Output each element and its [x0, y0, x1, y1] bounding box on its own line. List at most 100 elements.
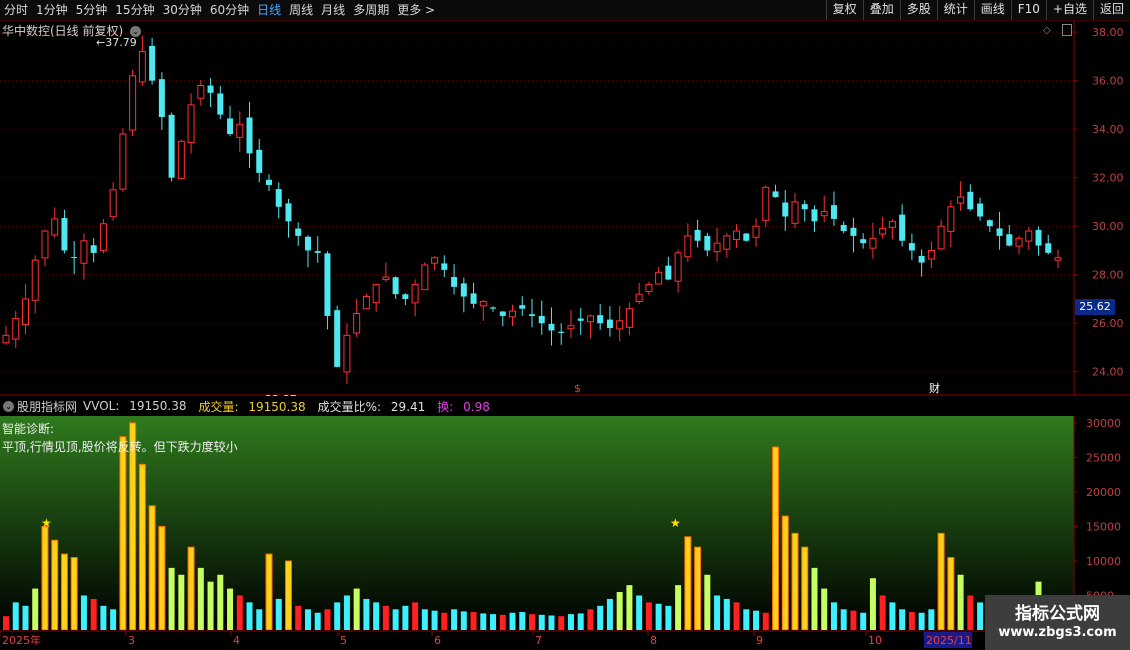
candle-body: [899, 214, 906, 241]
volume-bar: [811, 567, 818, 630]
candle-body: [908, 243, 915, 251]
candle-body: [149, 45, 156, 81]
price-tick-label: 32.00: [1092, 172, 1124, 185]
volume-bar: [714, 595, 721, 630]
volume-tick-label: 25000: [1086, 451, 1121, 464]
volume-bar: [519, 612, 526, 630]
event-marker-cai: 财: [929, 381, 940, 395]
volume-bar: [645, 602, 652, 630]
date-tick-label: 2025/11: [926, 634, 972, 647]
candle-body: [470, 293, 477, 304]
period-tab-7[interactable]: 周线: [285, 0, 317, 20]
volume-bar: [421, 609, 428, 630]
candle-body: [99, 223, 107, 251]
candle-body: [421, 264, 429, 291]
toolbar-button-5[interactable]: F10: [1010, 0, 1046, 20]
date-tick-label: 3: [128, 634, 135, 647]
period-tab-9[interactable]: 多周期: [349, 0, 393, 20]
volume-bar: [577, 613, 584, 630]
volume-bar: [470, 612, 477, 630]
volume-bar: [41, 525, 49, 630]
period-tab-8[interactable]: 月线: [317, 0, 349, 20]
candle-body: [509, 310, 517, 318]
volume-bar: [207, 581, 214, 630]
candle-body: [256, 149, 263, 173]
period-tab-5[interactable]: 60分钟: [206, 0, 253, 20]
volume-bar: [265, 553, 273, 630]
candle-body: [918, 255, 925, 263]
period-tab-2[interactable]: 5分钟: [72, 0, 112, 20]
candle-body: [888, 220, 896, 228]
candle-body: [723, 235, 731, 250]
candle-body: [577, 318, 584, 321]
candle-body: [840, 224, 847, 232]
volume-bar: [32, 588, 39, 630]
candle-body: [217, 93, 224, 115]
volume-bar: [558, 616, 565, 630]
toolbar-button-0[interactable]: 复权: [825, 0, 863, 20]
toolbar-button-2[interactable]: 多股: [899, 0, 937, 20]
period-tab-10[interactable]: 更多 >: [393, 0, 439, 20]
candle-body: [479, 300, 487, 307]
toolbar-button-4[interactable]: 画线: [973, 0, 1011, 20]
signal-star-icon: ★: [670, 516, 681, 530]
candle-body: [499, 311, 506, 316]
candle-body: [519, 305, 526, 309]
candle-body: [295, 228, 302, 236]
candle-body: [967, 191, 974, 210]
candle-body: [119, 133, 127, 190]
period-tab-3[interactable]: 15分钟: [111, 0, 158, 20]
volume-bar: [821, 588, 828, 630]
volume-bar: [441, 612, 448, 630]
price-tick-label: 34.00: [1092, 123, 1124, 136]
candle-body: [801, 204, 808, 210]
candle-body: [304, 236, 311, 251]
candle-body: [129, 75, 137, 131]
candle-body: [187, 104, 195, 144]
candle-body: [197, 84, 205, 99]
period-tab-1[interactable]: 1分钟: [32, 0, 72, 20]
chevron-down-icon[interactable]: ⌄: [130, 26, 142, 37]
indicator-name[interactable]: 股朋指标网: [17, 398, 77, 415]
volume-bar: [382, 605, 389, 630]
candle-body: [694, 229, 701, 241]
candlestick-chart[interactable]: 38.00 36.00 34.00 32.00 30.00 28.00 26.00 24.00…: [0, 20, 1130, 396]
volume-bar: [567, 614, 574, 630]
candle-body: [606, 319, 613, 329]
candle-body: [41, 230, 49, 259]
volume-bar: [918, 612, 925, 630]
volume-bar: [343, 595, 350, 630]
diamond-icon[interactable]: ◇: [1043, 25, 1051, 36]
volume-bar: [626, 585, 633, 630]
volume-bar: [791, 532, 799, 630]
volume-bar: [80, 595, 87, 630]
candle-body: [1035, 230, 1042, 246]
toolbar-button-3[interactable]: 统计: [936, 0, 974, 20]
cjl-label-text: 成交量:: [198, 399, 239, 414]
candle-body: [460, 283, 467, 297]
volume-bar: [860, 612, 867, 630]
volume-bar: [100, 605, 107, 630]
toolbar-button-1[interactable]: 叠加: [862, 0, 900, 20]
toolbar-button-6[interactable]: +自选: [1045, 0, 1093, 20]
volume-bar: [723, 598, 730, 630]
huan-label-text: 换:: [437, 399, 454, 414]
candle-body: [558, 331, 565, 333]
candle-body: [665, 265, 672, 280]
volume-bar: [119, 436, 127, 630]
period-tab-0[interactable]: 分时: [0, 0, 32, 20]
date-tick-label: 5: [340, 634, 347, 647]
period-tab-6[interactable]: 日线: [253, 0, 285, 20]
period-tab-4[interactable]: 30分钟: [159, 0, 206, 20]
candle-body: [733, 230, 741, 241]
period-toolbar: 分时 1分钟 5分钟 15分钟 30分钟 60分钟 日线 周线 月线 多周期 更多 > 复权 叠加 多股…: [0, 0, 1130, 21]
volume-bar: [743, 609, 750, 630]
toolbar-button-7[interactable]: 返回: [1092, 0, 1130, 20]
stock-title: 华中数控(日线 前复权): [2, 24, 124, 38]
candle-body: [538, 315, 545, 324]
candle-body: [71, 257, 78, 259]
chevron-down-icon[interactable]: ⌄: [3, 400, 14, 412]
volume-bar: [334, 602, 341, 630]
scroll-handle-icon[interactable]: [1062, 24, 1072, 36]
candle-body: [31, 259, 39, 301]
